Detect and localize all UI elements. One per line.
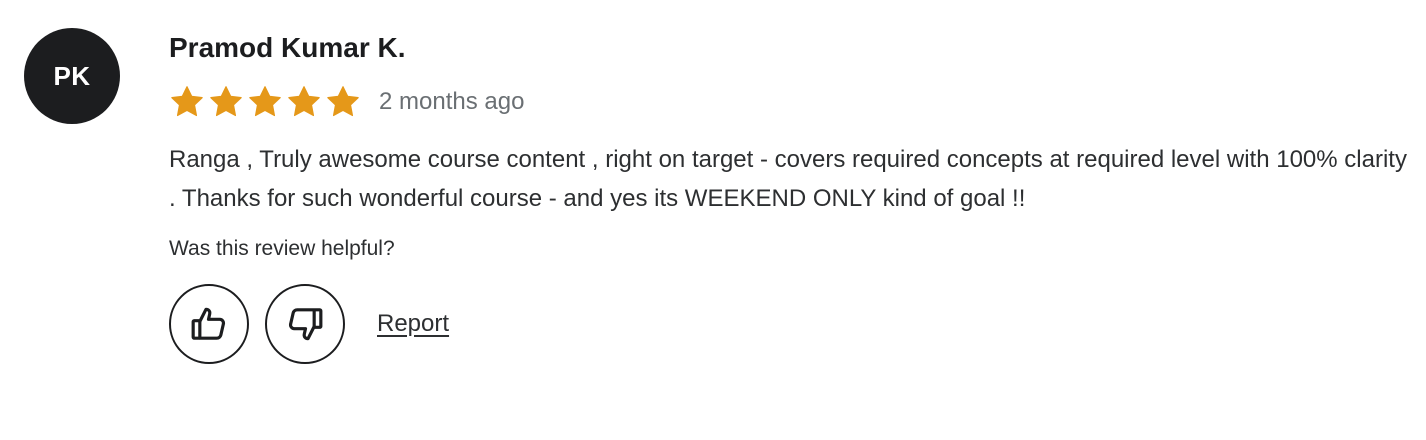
reviewer-name: Pramod Kumar K. xyxy=(169,32,406,63)
star-icon xyxy=(210,86,242,117)
star-rating xyxy=(169,84,361,120)
report-link[interactable]: Report xyxy=(377,310,449,338)
helpful-question: Was this review helpful? xyxy=(169,237,395,260)
star-icon xyxy=(327,86,359,117)
review-content: Pramod Kumar K. 2 months ago Ranga , Tru… xyxy=(169,28,1414,364)
rating-row: 2 months ago xyxy=(169,82,1414,122)
avatar: PK xyxy=(24,28,120,124)
thumbs-down-button[interactable] xyxy=(265,284,345,364)
review-text: Ranga , Truly awesome course content , r… xyxy=(169,146,1407,212)
review-date: 2 months ago xyxy=(379,88,525,115)
review-actions: Report xyxy=(169,284,1414,364)
review-card: PK Pramod Kumar K. 2 months ago Ranga , … xyxy=(0,0,1426,440)
avatar-initials: PK xyxy=(53,60,91,91)
star-icon xyxy=(249,86,281,117)
thumbs-down-icon xyxy=(288,308,323,341)
thumbs-up-icon xyxy=(191,307,226,340)
thumbs-up-button[interactable] xyxy=(169,284,249,364)
star-icon xyxy=(288,86,320,117)
star-icon xyxy=(171,86,203,117)
